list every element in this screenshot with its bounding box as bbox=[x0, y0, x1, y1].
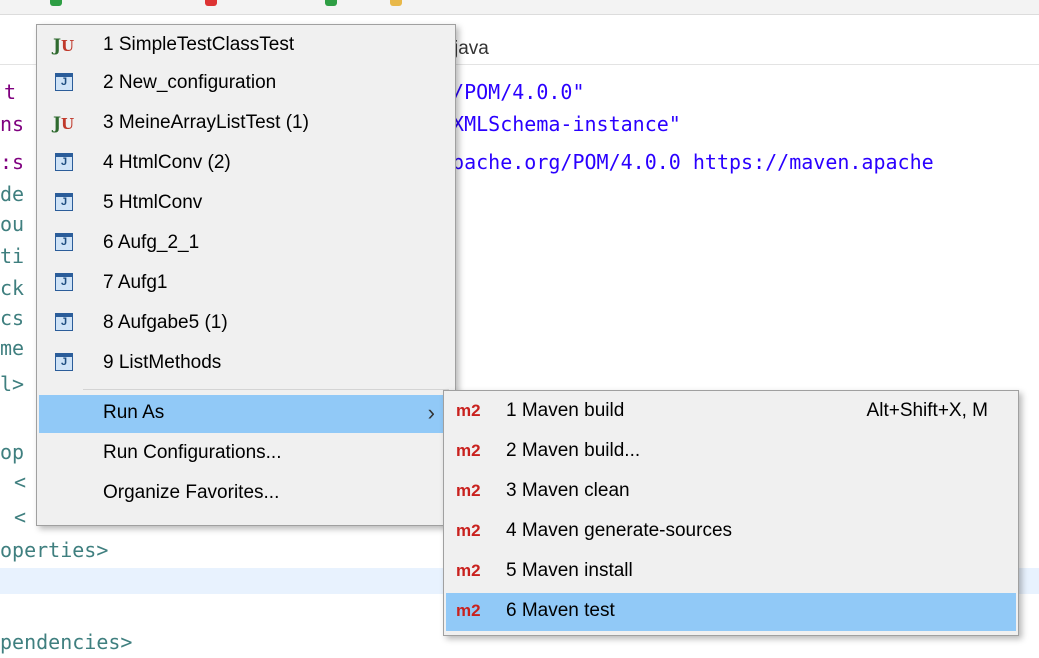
favorite-item-8[interactable]: 8 Aufgabe5 (1) bbox=[39, 305, 453, 343]
favorite-item-7[interactable]: 7 Aufg1 bbox=[39, 265, 453, 303]
code-line: ti bbox=[0, 244, 25, 268]
favorite-label: 7 Aufg1 bbox=[103, 272, 168, 293]
java-app-icon bbox=[55, 353, 73, 371]
code-line: de bbox=[0, 182, 25, 206]
code-line: pendencies> bbox=[0, 630, 133, 654]
maven-icon: m2 bbox=[456, 521, 481, 540]
favorite-label: 5 HtmlConv bbox=[103, 192, 203, 213]
code-line: operties> bbox=[0, 538, 109, 562]
organize-favorites-item[interactable]: Organize Favorites... bbox=[39, 475, 453, 513]
maven-test-item[interactable]: m2 6 Maven test bbox=[446, 593, 1016, 631]
favorite-label: 4 HtmlConv (2) bbox=[103, 152, 231, 173]
chevron-right-icon: › bbox=[427, 400, 435, 425]
java-app-icon bbox=[55, 193, 73, 211]
maven-clean-label: 3 Maven clean bbox=[506, 480, 630, 501]
maven-build-label: 1 Maven build bbox=[506, 400, 625, 421]
junit-icon: JU bbox=[53, 114, 75, 134]
code-line: l> bbox=[0, 372, 25, 396]
favorite-item-6[interactable]: 6 Aufg_2_1 bbox=[39, 225, 453, 263]
run-as-menu-item[interactable]: Run As › bbox=[39, 395, 453, 433]
maven-clean-item[interactable]: m2 3 Maven clean bbox=[446, 473, 1016, 511]
debug-icon[interactable] bbox=[325, 0, 337, 6]
code-line: ou bbox=[0, 212, 25, 236]
organize-favorites-label: Organize Favorites... bbox=[103, 482, 280, 503]
favorite-label: 6 Aufg_2_1 bbox=[103, 232, 200, 253]
java-app-icon bbox=[55, 73, 73, 91]
toolbar bbox=[0, 0, 1039, 15]
maven-install-item[interactable]: m2 5 Maven install bbox=[446, 553, 1016, 591]
maven-generate-sources-item[interactable]: m2 4 Maven generate-sources bbox=[446, 513, 1016, 551]
favorite-item-9[interactable]: 9 ListMethods bbox=[39, 345, 453, 383]
maven-build-item[interactable]: m2 1 Maven build Alt+Shift+X, M bbox=[446, 393, 1016, 431]
favorite-label: 1 SimpleTestClassTest bbox=[103, 34, 295, 55]
maven-test-label: 6 Maven test bbox=[506, 600, 615, 621]
code-line: cs bbox=[0, 306, 25, 330]
run-favorites-menu: JU 1 SimpleTestClassTest 2 New_configura… bbox=[36, 24, 456, 526]
run-as-label: Run As bbox=[103, 402, 165, 423]
junit-icon: JU bbox=[53, 36, 75, 56]
menu-separator bbox=[83, 389, 449, 390]
editor-tab[interactable]: java bbox=[454, 38, 489, 60]
code-line: /XMLSchema-instance" bbox=[440, 112, 681, 136]
favorite-item-2[interactable]: 2 New_configuration bbox=[39, 65, 453, 103]
code-line: g/POM/4.0.0" bbox=[440, 80, 585, 104]
run-icon[interactable] bbox=[50, 0, 62, 6]
java-app-icon bbox=[55, 273, 73, 291]
favorite-item-4[interactable]: 4 HtmlConv (2) bbox=[39, 145, 453, 183]
code-line: op bbox=[0, 440, 25, 464]
maven-build-dialog-label: 2 Maven build... bbox=[506, 440, 641, 461]
shortcut-label: Alt+Shift+X, M bbox=[866, 400, 988, 421]
code-line: :s bbox=[0, 150, 25, 174]
favorite-item-1[interactable]: JU 1 SimpleTestClassTest bbox=[39, 27, 453, 65]
code-line: me bbox=[0, 336, 25, 360]
maven-icon: m2 bbox=[456, 561, 481, 580]
code-line: < bbox=[14, 470, 27, 494]
code-line: t bbox=[4, 80, 17, 104]
favorite-item-5[interactable]: 5 HtmlConv bbox=[39, 185, 453, 223]
maven-icon: m2 bbox=[456, 601, 481, 620]
maven-build-dialog-item[interactable]: m2 2 Maven build... bbox=[446, 433, 1016, 471]
code-line: apache.org/POM/4.0.0 https://maven.apach… bbox=[440, 150, 934, 174]
folder-icon[interactable] bbox=[390, 0, 402, 6]
java-app-icon bbox=[55, 313, 73, 331]
favorite-item-3[interactable]: JU 3 MeineArrayListTest (1) bbox=[39, 105, 453, 143]
maven-icon: m2 bbox=[456, 481, 481, 500]
run-configurations-label: Run Configurations... bbox=[103, 442, 282, 463]
code-line: ck bbox=[0, 276, 25, 300]
run-as-submenu: m2 1 Maven build Alt+Shift+X, M m2 2 Mav… bbox=[443, 390, 1019, 636]
maven-icon: m2 bbox=[456, 441, 481, 460]
java-app-icon bbox=[55, 233, 73, 251]
code-line: < bbox=[14, 505, 27, 529]
run-configurations-item[interactable]: Run Configurations... bbox=[39, 435, 453, 473]
favorite-label: 9 ListMethods bbox=[103, 352, 222, 373]
favorite-label: 8 Aufgabe5 (1) bbox=[103, 312, 228, 333]
favorite-label: 2 New_configuration bbox=[103, 72, 277, 93]
maven-icon: m2 bbox=[456, 401, 481, 420]
maven-install-label: 5 Maven install bbox=[506, 560, 633, 581]
maven-generate-sources-label: 4 Maven generate-sources bbox=[506, 520, 733, 541]
favorite-label: 3 MeineArrayListTest (1) bbox=[103, 112, 309, 133]
stop-icon[interactable] bbox=[205, 0, 217, 6]
code-line: ns bbox=[0, 112, 25, 136]
java-app-icon bbox=[55, 153, 73, 171]
